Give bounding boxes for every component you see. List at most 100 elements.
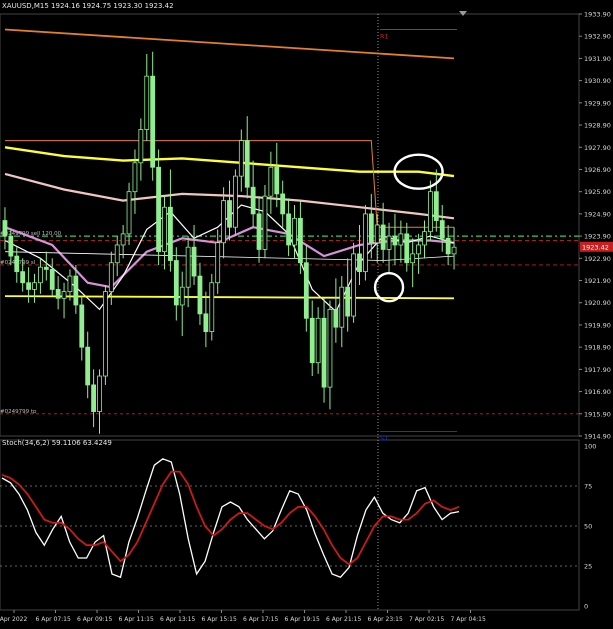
time-label: 6 Apr 17:15	[243, 616, 278, 623]
price-label: 1924.90	[584, 210, 611, 218]
candle-body	[85, 346, 91, 386]
price-label: 1917.90	[584, 366, 611, 374]
candle-body	[428, 191, 433, 233]
candle-body	[422, 231, 427, 246]
candle-body	[262, 195, 268, 250]
time-label: 6 Apr 23:15	[368, 616, 403, 623]
candle-body	[203, 313, 209, 333]
candle-body	[274, 166, 280, 195]
stoch-level-label: 100	[584, 443, 596, 451]
candle-body	[439, 220, 445, 239]
candle-body	[173, 260, 179, 306]
current-price-label: 1923.42	[582, 243, 609, 251]
candle-body	[32, 282, 37, 290]
stoch-level-label: 0	[584, 603, 588, 611]
candle-body	[315, 317, 321, 364]
candle-body	[197, 275, 203, 315]
price-label: 1928.90	[584, 122, 611, 130]
candle-body	[79, 304, 85, 348]
candle-body	[268, 166, 274, 197]
price-label: 1933.90	[584, 11, 611, 19]
candle-body	[162, 206, 167, 253]
candle-body	[185, 246, 191, 288]
time-label: 6 Apr 21:15	[326, 616, 361, 623]
time-label: 6 Apr 11:15	[119, 616, 154, 623]
candle-body	[43, 266, 49, 270]
chart-canvas[interactable]: 1933.90 1932.90 1931.90 1930.90 1929.90 1928.…	[0, 0, 613, 625]
candle-body	[103, 291, 108, 377]
price-label: 1929.90	[584, 99, 611, 107]
annotation-lower-ellipse	[373, 271, 405, 303]
time-label: 6 Apr 13:15	[160, 616, 195, 623]
time-label: 7 Apr 04:15	[451, 616, 486, 623]
candle-body	[179, 286, 185, 306]
candle-body	[309, 317, 315, 364]
candle-body	[73, 275, 79, 306]
candle-body	[97, 375, 102, 412]
candle-body	[191, 246, 197, 277]
time-label: 6 Apr 19:15	[285, 616, 320, 623]
candle-body	[386, 235, 392, 250]
time-label: 6 Apr 2022	[0, 616, 27, 623]
candle-body	[144, 75, 150, 130]
candle-body	[126, 191, 132, 235]
price-label: 1920.90	[584, 299, 611, 307]
time-label: 7 Apr 02:15	[409, 616, 444, 623]
candle-body	[321, 317, 327, 388]
candle-body	[156, 166, 161, 253]
price-label: 1921.90	[584, 277, 611, 285]
chart-title: XAUUSD,M15 1924.16 1924.75 1923.30 1923.…	[2, 2, 174, 10]
price-label: 1923.90	[584, 233, 611, 241]
candle-body	[339, 286, 345, 328]
candle-body	[345, 286, 351, 317]
candle-body	[286, 213, 291, 246]
price-label: 1930.90	[584, 77, 611, 85]
oscillator-panel-frame	[0, 439, 580, 611]
r1-label: R1	[380, 33, 389, 41]
price-label: 1927.90	[584, 144, 611, 152]
oscillator-header: Stoch(34,6,2) 59.1106 63.4249	[2, 439, 112, 447]
indicator-line-yellow	[4, 146, 455, 178]
time-label: 6 Apr 15:15	[202, 616, 237, 623]
candle-body	[445, 237, 451, 255]
candle-body	[227, 200, 232, 228]
candle-body	[244, 140, 250, 188]
candle-body	[357, 253, 362, 273]
candle-body	[250, 186, 256, 215]
candle-body	[209, 282, 215, 333]
candle-body	[333, 308, 339, 328]
candle-body	[55, 289, 61, 299]
candle-body	[8, 235, 14, 257]
s1-label: S1	[380, 435, 388, 443]
stoch-level-label: 50	[584, 523, 592, 531]
indicator-line-white-vsegment	[4, 251, 455, 261]
candle-body	[351, 253, 356, 317]
candle-body	[14, 255, 20, 273]
price-label: 1918.90	[584, 344, 611, 352]
candle-body	[215, 242, 221, 284]
stoch-level-label: 75	[584, 483, 592, 491]
stoch-line-main	[1, 458, 460, 579]
candle-body	[433, 191, 439, 221]
candle-body	[233, 175, 238, 228]
chevron-down-icon[interactable]	[459, 11, 467, 16]
candle-body	[363, 213, 368, 273]
candle-body	[114, 244, 120, 264]
candle-body	[451, 246, 457, 255]
price-label: 1926.90	[584, 166, 611, 174]
candle-body	[138, 129, 144, 164]
candle-body	[120, 233, 126, 246]
candle-body	[20, 271, 26, 284]
candle-body	[26, 282, 31, 290]
price-label: 1922.90	[584, 255, 611, 263]
candle-body	[327, 308, 333, 388]
candle-body	[398, 233, 404, 246]
time-label: 6 Apr 07:15	[36, 616, 71, 623]
candle-body	[238, 140, 244, 177]
price-label: 1916.90	[584, 388, 611, 396]
price-label: 1915.90	[584, 410, 611, 418]
candle-body	[380, 224, 386, 250]
price-label: 1932.90	[584, 33, 611, 41]
candle-body	[416, 244, 421, 255]
price-label: 1931.90	[584, 55, 611, 63]
